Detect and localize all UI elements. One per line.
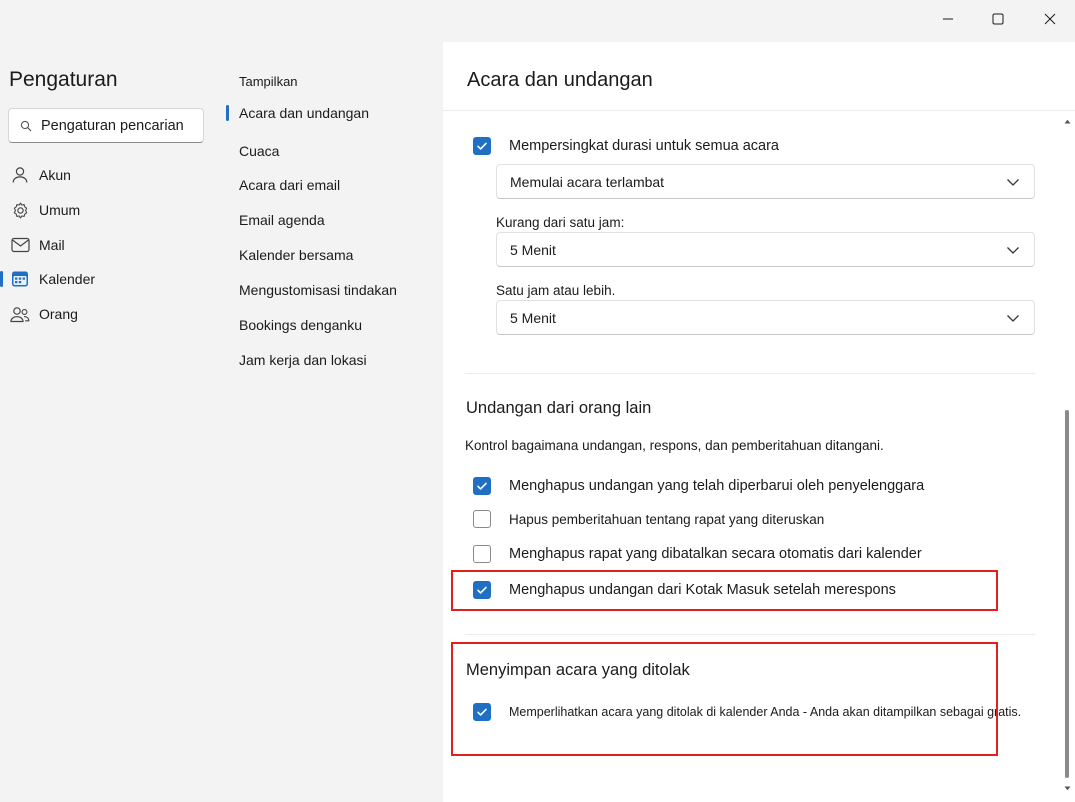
delete-updated-invites-row[interactable]: Menghapus undangan yang telah diperbarui… [473,475,924,497]
shorten-duration-checkbox-row[interactable]: Mempersingkat durasi untuk semua acara [473,135,779,157]
dropdown-value: 5 Menit [510,241,556,258]
section-divider [465,373,1035,374]
calendar-icon [10,269,30,289]
checkbox-label: Mempersingkat durasi untuk semua acara [509,138,779,154]
highlight-box-delete-invites [451,570,998,611]
checkbox-label: Menghapus rapat yang dibatalkan secara o… [509,546,922,562]
delete-cancelled-meetings-row[interactable]: Menghapus rapat yang dibatalkan secara o… [473,543,922,565]
subnav-item-label: Acara dan undangan [239,105,369,121]
subnav-item-mengustomisasi-tindakan[interactable]: Mengustomisasi tindakan [226,276,441,304]
checkmark-icon [477,482,487,490]
shorten-mode-dropdown[interactable]: Memulai acara terlambat [496,164,1035,199]
settings-nav: Pengaturan Akun Umum Mail Kalender Orang [0,42,226,802]
checkbox-unchecked[interactable] [473,510,491,528]
section-divider [465,634,1035,635]
subnav-item-email-agenda[interactable]: Email agenda [226,206,441,234]
page-title: Acara dan undangan [467,69,653,91]
checkmark-icon [477,142,487,150]
scroll-down-arrow-icon[interactable] [1063,784,1071,792]
checkbox-checked[interactable] [473,137,491,155]
settings-content: Acara dan undangan Mempersingkat durasi … [443,42,1075,802]
title-bar [0,0,1075,42]
subnav-item-label: Mengustomisasi tindakan [239,282,397,298]
chevron-down-icon [1007,179,1019,186]
checkbox-checked[interactable] [473,477,491,495]
hour-or-more-dropdown[interactable]: 5 Menit [496,300,1035,335]
hour-or-more-label: Satu jam atau lebih. [496,283,616,298]
maximize-icon [992,13,1004,25]
gear-icon [10,200,30,220]
checkbox-unchecked[interactable] [473,545,491,563]
checkbox-label: Hapus pemberitahuan tentang rapat yang d… [509,511,825,527]
subnav-item-label: Jam kerja dan lokasi [239,352,367,368]
nav-item-umum[interactable]: Umum [0,195,222,225]
close-icon [1044,13,1056,25]
people-icon [10,304,30,324]
maximize-button[interactable] [976,6,1020,32]
nav-item-label: Orang [39,306,78,322]
calendar-subnav: Tampilkan Acara dan undangan Cuaca Acara… [226,42,443,802]
subnav-item-bookings-denganku[interactable]: Bookings denganku [226,311,441,339]
header-divider [443,110,1075,111]
invitations-section-title: Undangan dari orang lain [466,399,652,417]
less-than-hour-dropdown[interactable]: 5 Menit [496,232,1035,267]
person-icon [10,165,30,185]
subnav-heading: Tampilkan [239,74,298,89]
settings-title: Pengaturan [9,68,118,91]
chevron-down-icon [1007,315,1019,322]
subnav-item-label: Bookings denganku [239,317,362,333]
nav-item-kalender[interactable]: Kalender [0,264,222,294]
dropdown-value: 5 Menit [510,309,556,326]
subnav-item-label: Kalender bersama [239,247,354,263]
content-scrollbar[interactable] [1063,112,1071,792]
less-than-hour-label: Kurang dari satu jam: [496,215,625,230]
subnav-item-jam-kerja-dan-lokasi[interactable]: Jam kerja dan lokasi [226,346,441,374]
mail-icon [10,235,30,255]
highlight-box-declined-events [451,642,998,756]
chevron-down-icon [1007,247,1019,254]
nav-item-label: Mail [39,237,65,253]
settings-search[interactable] [8,108,204,143]
search-icon [20,120,32,132]
subnav-item-kalender-bersama[interactable]: Kalender bersama [226,241,441,269]
nav-item-mail[interactable]: Mail [0,230,222,260]
nav-item-label: Akun [39,167,71,183]
subnav-item-label: Acara dari email [239,177,341,193]
selection-indicator [226,105,229,121]
subnav-item-label: Email agenda [239,212,325,228]
selection-indicator [0,271,3,287]
nav-item-label: Umum [39,202,81,218]
nav-item-label: Kalender [39,271,96,287]
subnav-item-acara-dan-undangan[interactable]: Acara dan undangan [226,99,441,127]
invitations-section-description: Kontrol bagaimana undangan, respons, dan… [465,438,884,453]
dropdown-value: Memulai acara terlambat [510,173,665,190]
search-input[interactable] [41,116,199,136]
delete-forwarded-notifications-row[interactable]: Hapus pemberitahuan tentang rapat yang d… [473,508,824,530]
nav-item-orang[interactable]: Orang [0,299,222,329]
subnav-item-cuaca[interactable]: Cuaca [226,137,441,165]
nav-item-akun[interactable]: Akun [0,160,222,190]
subnav-item-acara-dari-email[interactable]: Acara dari email [226,171,441,199]
checkbox-label: Menghapus undangan yang telah diperbarui… [509,478,925,494]
scroll-up-arrow-icon[interactable] [1063,117,1071,125]
subnav-item-label: Cuaca [239,143,280,159]
close-button[interactable] [1028,6,1072,32]
minimize-button[interactable] [926,6,970,32]
scroll-thumb[interactable] [1065,410,1069,778]
minimize-icon [943,18,953,20]
